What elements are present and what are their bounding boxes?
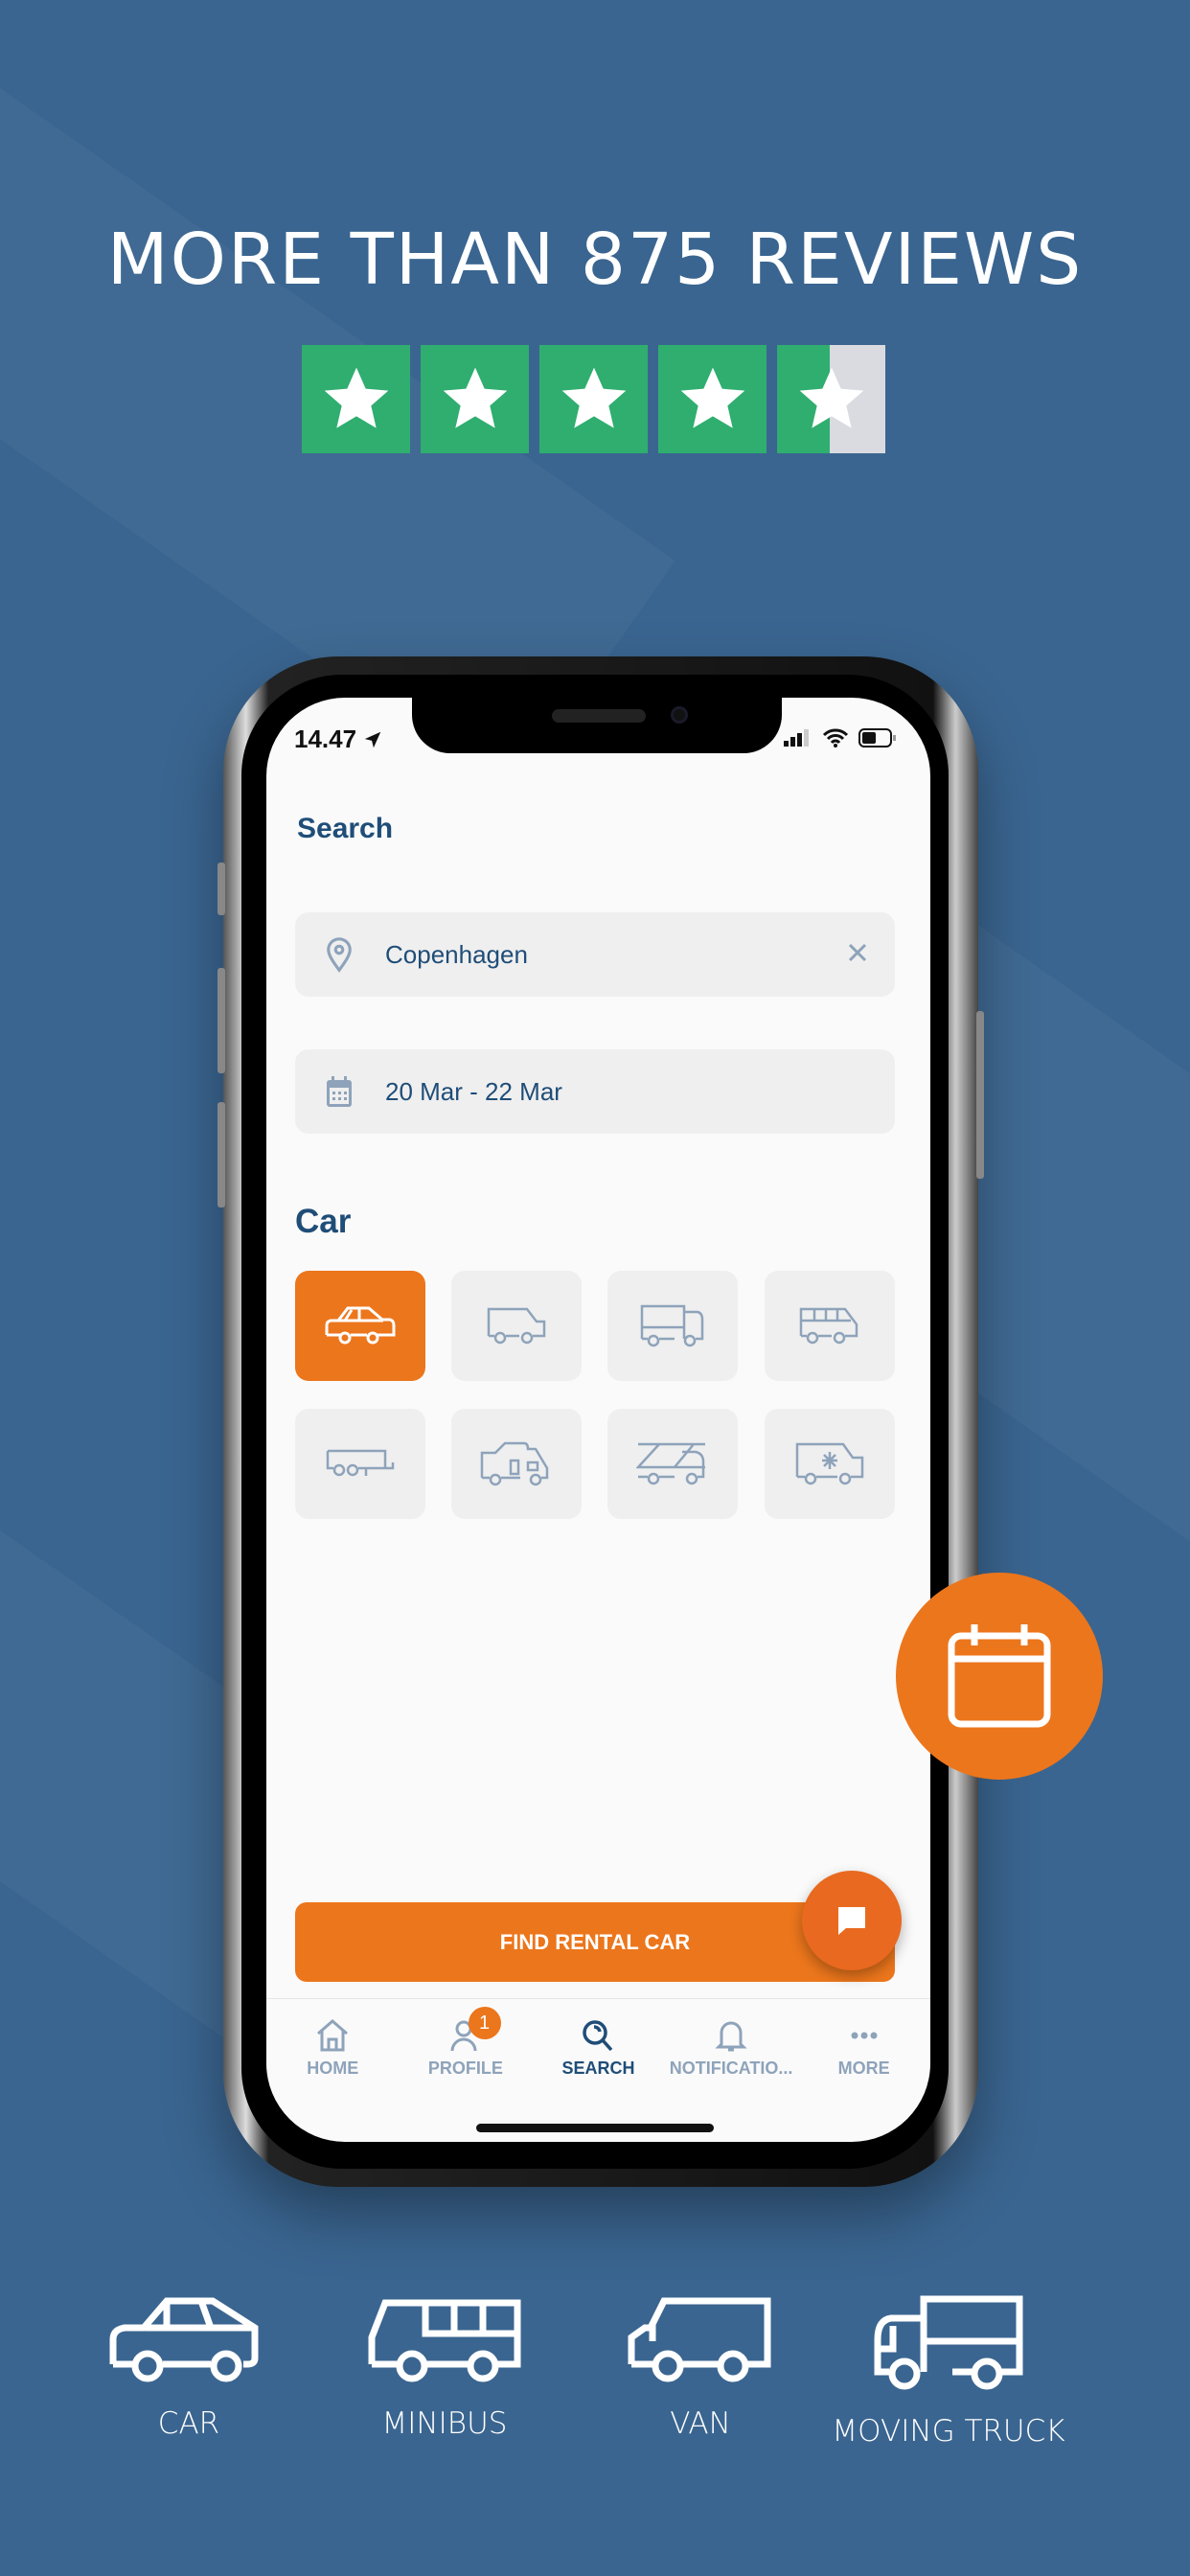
tab-home[interactable]: HOME <box>266 1999 400 2104</box>
signal-icon <box>784 729 809 747</box>
rating-stars <box>302 345 885 453</box>
vehicle-type-motorhome[interactable] <box>451 1409 582 1519</box>
bottom-tab-bar: HOME 1 PROFILE SEARCH NOTIFICATIO... MOR… <box>266 1998 930 2104</box>
vehicle-type-refrigerated-van[interactable] <box>765 1409 895 1519</box>
location-value: Copenhagen <box>385 939 528 969</box>
speaker <box>552 709 646 723</box>
half-star-icon <box>777 345 885 453</box>
tab-notifications[interactable]: NOTIFICATIO... <box>665 1999 798 2104</box>
tab-profile[interactable]: 1 PROFILE <box>400 1999 533 2104</box>
location-input[interactable]: Copenhagen <box>295 912 895 997</box>
vehicle-type-van[interactable] <box>451 1271 582 1381</box>
motorhome-icon <box>480 1441 549 1485</box>
footer-type-moving-truck: MOVING TRUCK <box>824 2295 1073 2449</box>
calendar-icon <box>948 1624 1051 1728</box>
van-icon <box>487 1307 546 1344</box>
refrigerated-van-icon <box>795 1442 864 1484</box>
chat-button[interactable] <box>802 1871 902 1970</box>
status-time: 14.47 <box>294 724 383 754</box>
battery-icon <box>858 728 896 748</box>
footer-label: CAR <box>157 2406 220 2441</box>
star-icon <box>302 345 410 453</box>
status-icons <box>784 728 897 748</box>
footer-label: MOVING TRUCK <box>832 2414 1065 2449</box>
date-range-input[interactable]: 20 Mar - 22 Mar <box>295 1049 895 1134</box>
car-icon <box>109 2297 259 2382</box>
tab-label: NOTIFICATIO... <box>669 2058 793 2078</box>
car-icon <box>325 1306 396 1344</box>
category-title: Car <box>295 1203 352 1240</box>
calendar-icon <box>322 1074 356 1109</box>
star-icon <box>421 345 529 453</box>
moving-truck-icon <box>640 1304 704 1346</box>
van-icon <box>628 2297 771 2382</box>
map-pin-icon <box>322 936 356 973</box>
side-button <box>217 968 225 1073</box>
time-text: 14.47 <box>294 724 357 753</box>
bell-icon <box>715 2021 747 2052</box>
ladder-truck-icon <box>636 1442 705 1484</box>
location-arrow-icon <box>364 731 381 748</box>
footer-type-van: VAN <box>576 2295 825 2441</box>
camera <box>671 706 688 724</box>
footer-type-minibus: MINIBUS <box>320 2295 569 2441</box>
search-icon <box>583 2020 613 2052</box>
headline: MORE THAN 875 REVIEWS <box>106 218 1084 301</box>
side-button <box>976 1011 984 1179</box>
tab-search[interactable]: SEARCH <box>532 1999 665 2104</box>
footer-label: MINIBUS <box>381 2406 508 2441</box>
vehicle-type-minibus[interactable] <box>765 1271 895 1381</box>
vehicle-type-car[interactable] <box>295 1271 425 1381</box>
notch <box>412 698 782 753</box>
calendar-badge <box>896 1573 1103 1780</box>
date-range-value: 20 Mar - 22 Mar <box>385 1076 562 1106</box>
home-indicator <box>476 2124 714 2132</box>
tab-label: HOME <box>307 2058 359 2078</box>
vehicle-type-trailer[interactable] <box>295 1409 425 1519</box>
page-title: Search <box>297 813 394 844</box>
moving-truck-icon <box>874 2295 1023 2390</box>
minibus-icon <box>799 1307 858 1344</box>
close-icon[interactable] <box>847 940 868 970</box>
notification-badge: 1 <box>468 2007 501 2039</box>
tab-more[interactable]: MORE <box>797 1999 930 2104</box>
tab-label: MORE <box>837 2058 890 2078</box>
home-icon <box>317 2019 349 2052</box>
footer-label: VAN <box>670 2406 731 2441</box>
wifi-icon <box>822 728 849 748</box>
trailer-icon <box>326 1449 395 1476</box>
tab-label: PROFILE <box>427 2058 503 2078</box>
more-icon <box>851 2032 878 2039</box>
chat-icon <box>838 1907 865 1935</box>
side-button <box>217 1102 225 1208</box>
side-button <box>217 862 225 915</box>
footer-type-car: CAR <box>64 2295 313 2441</box>
tab-label: SEARCH <box>561 2058 635 2078</box>
star-icon <box>539 345 648 453</box>
vehicle-type-moving-truck[interactable] <box>607 1271 738 1381</box>
vehicle-type-ladder-truck[interactable] <box>607 1409 738 1519</box>
star-icon <box>658 345 767 453</box>
minibus-icon <box>368 2299 521 2382</box>
